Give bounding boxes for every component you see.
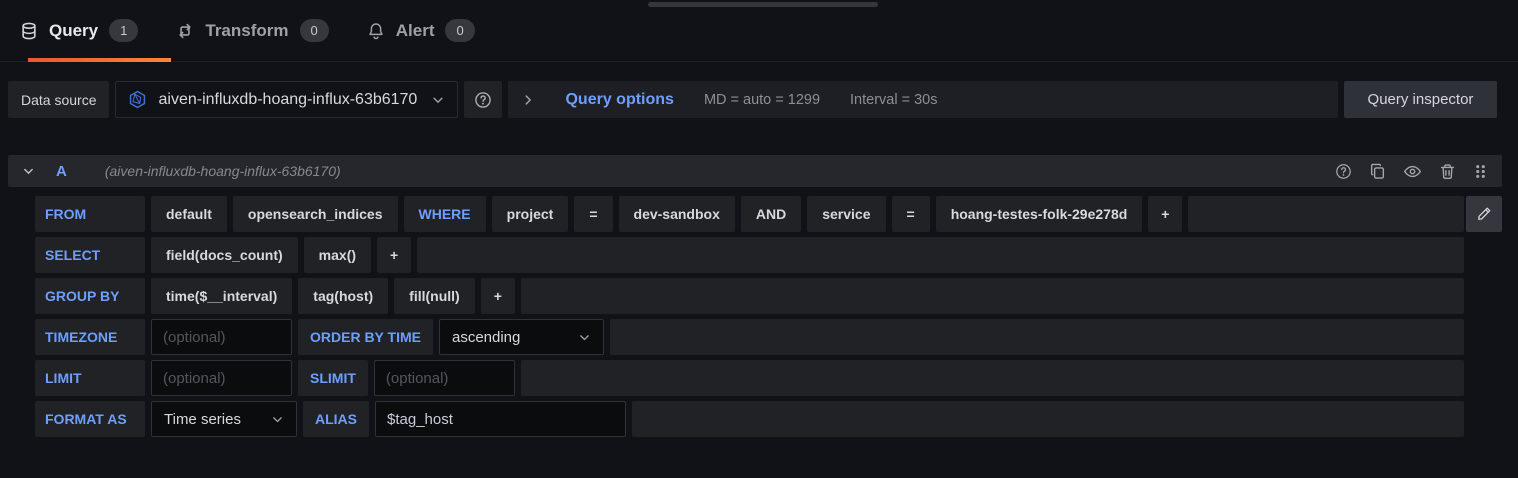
slimit-input[interactable] <box>374 360 515 396</box>
add-condition-button[interactable]: + <box>1148 196 1182 232</box>
query-toolbar: Data source aiven-influxdb-hoang-influx-… <box>8 81 1497 118</box>
retention-policy-segment[interactable]: default <box>151 196 227 232</box>
influx-query-editor: FROM default opensearch_indices WHERE pr… <box>35 196 1464 437</box>
group-by-row: GROUP BY time($__interval) tag(host) fil… <box>35 278 1464 314</box>
select-label: SELECT <box>35 237 145 273</box>
slimit-label: SLIMIT <box>298 360 368 396</box>
datasource-help-button[interactable] <box>464 81 502 118</box>
format-as-value: Time series <box>164 411 241 428</box>
help-icon[interactable] <box>1335 163 1352 180</box>
row-filler <box>632 401 1464 437</box>
group-by-label: GROUP BY <box>35 278 145 314</box>
transform-icon <box>176 22 194 40</box>
tab-alert-badge: 0 <box>445 19 474 42</box>
where-keyword: WHERE <box>404 196 486 232</box>
datasource-label: Data source <box>8 81 109 118</box>
copy-icon[interactable] <box>1369 163 1386 180</box>
tab-alert-label: Alert <box>396 21 435 41</box>
add-select-button[interactable]: + <box>377 237 411 273</box>
query-actions <box>1335 162 1488 181</box>
row-filler <box>1188 196 1464 232</box>
order-by-select[interactable]: ascending <box>439 319 604 355</box>
format-as-select[interactable]: Time series <box>151 401 297 437</box>
where-key-segment[interactable]: service <box>807 196 885 232</box>
from-row: FROM default opensearch_indices WHERE pr… <box>35 196 1464 232</box>
active-tab-underline <box>28 58 171 62</box>
timezone-input[interactable] <box>151 319 292 355</box>
order-by-value: ascending <box>452 329 520 346</box>
measurement-segment[interactable]: opensearch_indices <box>233 196 398 232</box>
group-by-tag-segment[interactable]: tag(host) <box>298 278 388 314</box>
query-options-header[interactable]: Query options MD = auto = 1299 Interval … <box>508 81 1338 118</box>
pencil-icon <box>1476 206 1492 222</box>
drag-handle-icon[interactable] <box>1473 163 1488 180</box>
where-value-segment[interactable]: dev-sandbox <box>619 196 735 232</box>
query-options-interval: Interval = 30s <box>850 92 937 108</box>
tab-query[interactable]: Query 1 <box>20 0 138 61</box>
tab-query-badge: 1 <box>109 19 138 42</box>
trash-icon[interactable] <box>1439 163 1456 180</box>
collapse-chevron-icon[interactable] <box>22 165 35 178</box>
limit-row: LIMIT SLIMIT <box>35 360 1464 396</box>
format-as-row: FORMAT AS Time series ALIAS <box>35 401 1464 437</box>
query-options-md: MD = auto = 1299 <box>704 92 820 108</box>
tab-transform-badge: 0 <box>300 19 329 42</box>
query-row-header[interactable]: A (aiven-influxdb-hoang-influx-63b6170) <box>8 155 1502 187</box>
timezone-label: TIMEZONE <box>35 319 145 355</box>
query-ref-id[interactable]: A <box>56 163 67 180</box>
chevron-down-icon <box>431 93 445 107</box>
row-filler <box>610 319 1464 355</box>
where-operator-segment[interactable]: = <box>892 196 930 232</box>
database-icon <box>20 22 38 40</box>
limit-input[interactable] <box>151 360 292 396</box>
select-field-segment[interactable]: field(docs_count) <box>151 237 298 273</box>
format-as-label: FORMAT AS <box>35 401 145 437</box>
chevron-right-icon <box>521 93 535 107</box>
editor-tab-bar: Query 1 Transform 0 Alert 0 <box>0 0 1518 62</box>
where-operator-segment[interactable]: = <box>574 196 612 232</box>
from-label: FROM <box>35 196 145 232</box>
tab-transform[interactable]: Transform 0 <box>176 0 328 61</box>
alias-label: ALIAS <box>303 401 369 437</box>
tab-query-label: Query <box>49 21 98 41</box>
help-circle-icon <box>474 91 492 109</box>
timezone-row: TIMEZONE ORDER BY TIME ascending <box>35 319 1464 355</box>
influxdb-logo-icon <box>128 90 147 109</box>
group-by-time-segment[interactable]: time($__interval) <box>151 278 292 314</box>
datasource-picker[interactable]: aiven-influxdb-hoang-influx-63b6170 <box>115 81 458 118</box>
bell-icon <box>367 22 385 40</box>
tab-transform-label: Transform <box>205 21 288 41</box>
query-options-label: Query options <box>565 91 673 109</box>
query-editor-card: A (aiven-influxdb-hoang-influx-63b6170) <box>8 155 1502 442</box>
order-by-time-label: ORDER BY TIME <box>298 319 433 355</box>
add-group-by-button[interactable]: + <box>481 278 515 314</box>
tab-alert[interactable]: Alert 0 <box>367 0 475 61</box>
row-filler <box>521 360 1464 396</box>
toggle-text-edit-button[interactable] <box>1466 196 1502 232</box>
eye-icon[interactable] <box>1403 162 1422 181</box>
row-filler <box>521 278 1464 314</box>
row-filler <box>417 237 1464 273</box>
query-datasource-hint: (aiven-influxdb-hoang-influx-63b6170) <box>105 163 341 179</box>
select-aggregation-segment[interactable]: max() <box>304 237 371 273</box>
select-row: SELECT field(docs_count) max() + <box>35 237 1464 273</box>
chevron-down-icon <box>578 331 591 344</box>
alias-input[interactable] <box>375 401 626 437</box>
where-key-segment[interactable]: project <box>492 196 569 232</box>
where-value-segment[interactable]: hoang-testes-folk-29e278d <box>936 196 1143 232</box>
chevron-down-icon <box>271 413 284 426</box>
query-inspector-button[interactable]: Query inspector <box>1344 81 1497 118</box>
group-by-fill-segment[interactable]: fill(null) <box>394 278 475 314</box>
where-condition-segment[interactable]: AND <box>741 196 801 232</box>
datasource-name: aiven-influxdb-hoang-influx-63b6170 <box>158 91 420 109</box>
limit-label: LIMIT <box>35 360 145 396</box>
